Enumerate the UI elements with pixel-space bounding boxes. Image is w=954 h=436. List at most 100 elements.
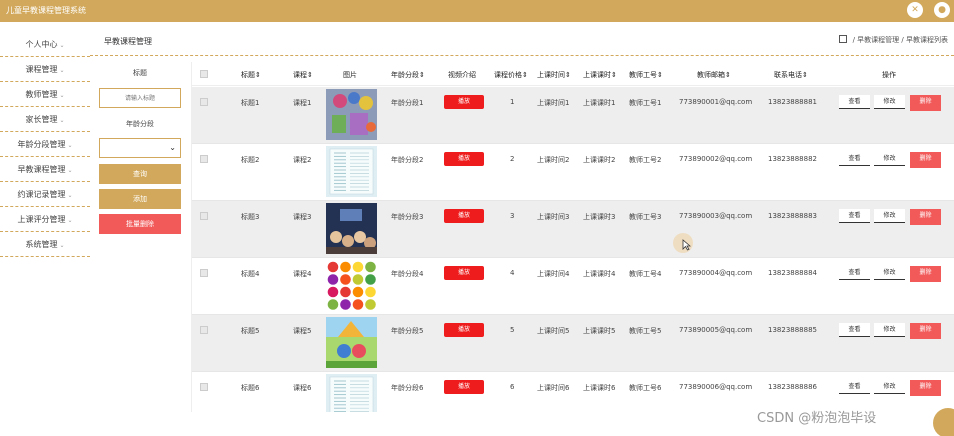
delete-button[interactable]: 删除 bbox=[910, 209, 941, 225]
sidebar-item-system[interactable]: 系统管理 ⌄ bbox=[0, 232, 90, 257]
sidebar-item-early-course[interactable]: 早教课程管理 ⌄ bbox=[0, 157, 90, 182]
sidebar-item-label: 上课评分管理 bbox=[17, 215, 66, 224]
cell-title: 标题3 bbox=[241, 213, 260, 221]
cell-phone: 13823888885 bbox=[768, 326, 817, 334]
title-filter-label: 标题 bbox=[133, 69, 147, 77]
breadcrumb-separator: / bbox=[852, 36, 855, 44]
edit-button[interactable]: 修改 bbox=[874, 95, 905, 109]
delete-button[interactable]: 删除 bbox=[910, 95, 941, 111]
row-checkbox[interactable] bbox=[200, 98, 208, 106]
add-button[interactable]: 添加 bbox=[99, 189, 181, 209]
column-header-time[interactable]: 上课时间⇕ bbox=[537, 70, 571, 80]
column-header-phone[interactable]: 联系电话⇕ bbox=[774, 70, 808, 80]
table-row: 标题6 课程6 年龄分段6 播放 6 上课时间6 上课课时6 教师工号6 773890006@q… bbox=[192, 372, 954, 412]
view-button[interactable]: 查看 bbox=[839, 152, 870, 166]
play-video-button[interactable]: 播放 bbox=[444, 95, 484, 109]
cell-course: 课程4 bbox=[293, 270, 312, 278]
cell-time: 上课时间2 bbox=[537, 156, 570, 164]
sidebar-item-booking[interactable]: 约课记录管理 ⌄ bbox=[0, 182, 90, 207]
play-video-button[interactable]: 播放 bbox=[444, 266, 484, 280]
course-image[interactable] bbox=[326, 374, 377, 412]
chevron-down-icon: ⌄ bbox=[59, 242, 65, 249]
sidebar-item-label: 家长管理 bbox=[25, 115, 58, 124]
course-image[interactable] bbox=[326, 203, 377, 254]
query-button[interactable]: 查询 bbox=[99, 164, 181, 184]
cell-hours: 上课课时6 bbox=[583, 384, 616, 392]
edit-button[interactable]: 修改 bbox=[874, 152, 905, 166]
sidebar-item-label: 系统管理 bbox=[25, 240, 58, 249]
sidebar-item-label: 个人中心 bbox=[25, 40, 58, 49]
column-header-teacher-id[interactable]: 教师工号⇕ bbox=[629, 70, 663, 80]
course-image[interactable] bbox=[326, 260, 377, 311]
column-header-hours[interactable]: 上课课时⇕ bbox=[583, 70, 617, 80]
column-header-price[interactable]: 课程价格⇕ bbox=[494, 70, 528, 80]
play-video-button[interactable]: 播放 bbox=[444, 209, 484, 223]
chevron-down-icon: ⌄ bbox=[59, 67, 65, 74]
row-checkbox[interactable] bbox=[200, 155, 208, 163]
delete-button[interactable]: 删除 bbox=[910, 323, 941, 339]
column-header-age[interactable]: 年龄分段⇕ bbox=[391, 70, 425, 80]
chevron-down-icon: ⌄ bbox=[59, 117, 65, 124]
column-header-email[interactable]: 教师邮箱⇕ bbox=[697, 70, 731, 80]
view-button[interactable]: 查看 bbox=[839, 209, 870, 223]
sidebar-item-personal-center[interactable]: 个人中心 ⌄ bbox=[0, 32, 90, 57]
edit-button[interactable]: 修改 bbox=[874, 209, 905, 223]
cell-age-group: 年龄分段5 bbox=[391, 327, 424, 335]
column-header-title[interactable]: 标题⇕ bbox=[241, 70, 261, 80]
view-button[interactable]: 查看 bbox=[839, 323, 870, 337]
home-icon[interactable] bbox=[839, 35, 848, 43]
back-to-top-button[interactable] bbox=[933, 408, 954, 436]
play-video-button[interactable]: 播放 bbox=[444, 323, 484, 337]
play-video-button[interactable]: 播放 bbox=[444, 152, 484, 166]
sidebar-item-label: 教师管理 bbox=[25, 90, 58, 99]
batch-delete-button[interactable]: 批量删除 bbox=[99, 214, 181, 234]
edit-button[interactable]: 修改 bbox=[874, 380, 905, 394]
course-image[interactable] bbox=[326, 89, 377, 140]
table-row: 标题1 课程1 年龄分段1 播放 1 上课时间1 上课课时1 教师工号1 773890001@q… bbox=[192, 87, 954, 144]
sidebar-item-age-group[interactable]: 年龄分段管理 ⌄ bbox=[0, 132, 90, 157]
course-image[interactable] bbox=[326, 146, 377, 197]
delete-button[interactable]: 删除 bbox=[910, 266, 941, 282]
select-all-checkbox[interactable] bbox=[200, 70, 208, 78]
sidebar-item-parent[interactable]: 家长管理 ⌄ bbox=[0, 107, 90, 132]
breadcrumb-bar: 早教课程管理 / 早教课程管理 / 早教课程列表 bbox=[90, 22, 954, 56]
row-checkbox[interactable] bbox=[200, 269, 208, 277]
breadcrumb-item[interactable]: 早教课程管理 bbox=[857, 36, 899, 44]
title-search-input[interactable] bbox=[99, 88, 181, 108]
delete-button[interactable]: 删除 bbox=[910, 152, 941, 168]
view-button[interactable]: 查看 bbox=[839, 266, 870, 280]
sidebar-item-teacher[interactable]: 教师管理 ⌄ bbox=[0, 82, 90, 107]
sidebar-item-rating[interactable]: 上课评分管理 ⌄ bbox=[0, 207, 90, 232]
age-group-select[interactable]: ⌄ bbox=[99, 138, 181, 158]
cell-course: 课程3 bbox=[293, 213, 312, 221]
cell-title: 标题5 bbox=[241, 327, 260, 335]
row-checkbox[interactable] bbox=[200, 326, 208, 334]
row-checkbox[interactable] bbox=[200, 212, 208, 220]
course-image[interactable] bbox=[326, 317, 377, 368]
cell-title: 标题6 bbox=[241, 384, 260, 392]
cell-course: 课程5 bbox=[293, 327, 312, 335]
page-title: 早教课程管理 bbox=[104, 37, 152, 46]
sidebar: 个人中心 ⌄ 课程管理 ⌄ 教师管理 ⌄ 家长管理 ⌄ 年龄分段管理 ⌄ 早教课程管理 ⌄ … bbox=[0, 22, 90, 436]
sidebar-item-label: 年龄分段管理 bbox=[17, 140, 66, 149]
cell-email: 773890005@qq.com bbox=[679, 326, 753, 334]
table-row: 标题4 课程4 年龄分段4 播放 4 上课时间4 上课课时4 教师工号4 773890004@q… bbox=[192, 258, 954, 315]
play-video-button[interactable]: 播放 bbox=[444, 380, 484, 394]
delete-button[interactable]: 删除 bbox=[910, 380, 941, 396]
column-header-course[interactable]: 课程⇕ bbox=[293, 70, 313, 80]
cell-phone: 13823888883 bbox=[768, 212, 817, 220]
chevron-down-icon: ⌄ bbox=[59, 42, 65, 49]
cell-email: 773890004@qq.com bbox=[679, 269, 753, 277]
filter-panel: 标题 年龄分段 ⌄ 查询 添加 批量删除 bbox=[90, 56, 190, 412]
cell-hours: 上课课时3 bbox=[583, 213, 616, 221]
view-button[interactable]: 查看 bbox=[839, 95, 870, 109]
user-avatar-icon[interactable]: ● bbox=[934, 2, 950, 18]
cell-teacher-id: 教师工号2 bbox=[629, 156, 662, 164]
sidebar-item-course[interactable]: 课程管理 ⌄ bbox=[0, 57, 90, 82]
edit-button[interactable]: 修改 bbox=[874, 323, 905, 337]
edit-button[interactable]: 修改 bbox=[874, 266, 905, 280]
course-table: 标题⇕ 课程⇕ 图片 年龄分段⇕ 视频介绍 课程价格⇕ 上课时间⇕ 上课课时⇕ … bbox=[191, 62, 954, 412]
fullscreen-icon[interactable]: ✕ bbox=[907, 2, 923, 18]
row-checkbox[interactable] bbox=[200, 383, 208, 391]
view-button[interactable]: 查看 bbox=[839, 380, 870, 394]
